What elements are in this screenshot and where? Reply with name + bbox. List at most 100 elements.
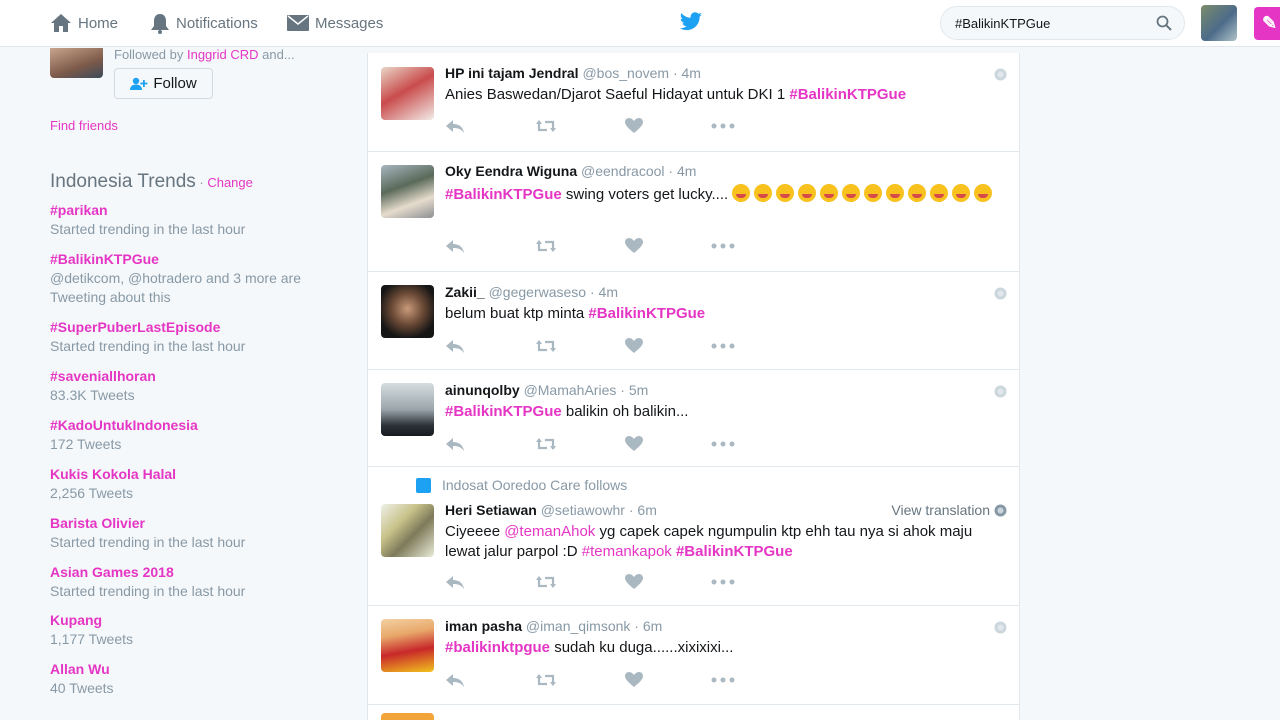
trend-name[interactable]: #KadoUntukIndonesia xyxy=(50,416,330,435)
retweet-icon[interactable] xyxy=(535,436,557,452)
trend-item[interactable]: #parikan Started trending in the last ho… xyxy=(50,201,330,239)
tweet-author-name[interactable]: HP ini tajam Jendral xyxy=(445,65,579,81)
tweet-hashtag[interactable]: #BalikinKTPGue xyxy=(588,305,705,322)
trend-name[interactable]: Kupang xyxy=(50,611,330,630)
trend-item[interactable]: Allan Wu 40 Tweets xyxy=(50,660,330,698)
reply-icon[interactable] xyxy=(445,436,465,452)
tweet-partial[interactable] xyxy=(368,705,1019,720)
tweet-hashtag[interactable]: #BalikinKTPGue xyxy=(676,543,793,560)
more-icon[interactable] xyxy=(711,574,735,590)
find-friends-link[interactable]: Find friends xyxy=(50,118,118,133)
trend-item[interactable]: #SuperPuberLastEpisode Started trending … xyxy=(50,318,330,356)
view-translation-link[interactable]: View translation xyxy=(891,502,1007,518)
tweet[interactable]: HP ini tajam Jendral @bos_novem · 4m Ani… xyxy=(368,53,1019,152)
trends-change-link[interactable]: Change xyxy=(207,175,253,190)
trend-item[interactable]: #KadoUntukIndonesia 172 Tweets xyxy=(50,416,330,454)
more-icon[interactable] xyxy=(711,672,735,688)
follow-button[interactable]: Follow xyxy=(114,68,213,99)
tweet-hashtag[interactable]: #BalikinKTPGue xyxy=(789,86,906,103)
tweet[interactable]: Indosat Ooredoo Care follows Heri Setiaw… xyxy=(368,467,1019,606)
globe-icon[interactable] xyxy=(994,287,1007,300)
more-icon[interactable] xyxy=(711,118,735,134)
tweet-hashtag[interactable]: #balikinktpgue xyxy=(445,639,550,656)
globe-icon[interactable] xyxy=(994,68,1007,81)
tweet-avatar[interactable] xyxy=(381,504,434,557)
tweet-timestamp[interactable]: 4m xyxy=(682,65,701,81)
heart-icon[interactable] xyxy=(625,574,643,590)
tweet-author-name[interactable]: Oky Eendra Wiguna xyxy=(445,163,577,179)
tweet[interactable]: iman pasha @iman_qimsonk · 6m #balikinkt… xyxy=(368,606,1019,705)
retweet-icon[interactable] xyxy=(535,238,557,254)
tweet-author-handle[interactable]: @iman_qimsonk xyxy=(526,618,630,634)
heart-icon[interactable] xyxy=(625,436,643,452)
heart-icon[interactable] xyxy=(625,338,643,354)
trend-item[interactable]: #BalikinKTPGue @detikcom, @hotradero and… xyxy=(50,250,330,307)
nav-home[interactable]: Home xyxy=(50,11,118,35)
tweet[interactable]: Oky Eendra Wiguna @eendracool · 4m #Bali… xyxy=(368,152,1019,272)
heart-icon[interactable] xyxy=(625,238,643,254)
more-icon[interactable] xyxy=(711,436,735,452)
trend-name[interactable]: #BalikinKTPGue xyxy=(50,250,330,269)
retweet-icon[interactable] xyxy=(535,118,557,134)
tweet-timestamp[interactable]: 6m xyxy=(643,618,662,634)
tweet-hashtag[interactable]: #BalikinKTPGue xyxy=(445,403,562,420)
retweet-icon[interactable] xyxy=(535,672,557,688)
more-icon[interactable] xyxy=(711,338,735,354)
heart-icon[interactable] xyxy=(625,672,643,688)
trend-name[interactable]: #SuperPuberLastEpisode xyxy=(50,318,330,337)
search-icon[interactable] xyxy=(1156,15,1172,31)
tweet-hashtag[interactable]: #temankapok xyxy=(582,543,672,560)
compose-tweet-button[interactable]: ✎ xyxy=(1254,7,1280,40)
reply-icon[interactable] xyxy=(445,672,465,688)
tweet-author-handle[interactable]: @eendracool xyxy=(581,163,665,179)
tweet-mention[interactable]: @temanAhok xyxy=(504,523,595,540)
tweet-author-handle[interactable]: @setiawowhr xyxy=(541,502,625,518)
tweet-avatar[interactable] xyxy=(381,285,434,338)
tweet-author-name[interactable]: Heri Setiawan xyxy=(445,502,537,518)
trend-name[interactable]: #parikan xyxy=(50,201,330,220)
globe-icon[interactable] xyxy=(994,621,1007,634)
globe-icon[interactable] xyxy=(994,385,1007,398)
tweet-avatar[interactable] xyxy=(381,383,434,436)
retweet-icon[interactable] xyxy=(535,574,557,590)
trend-item[interactable]: Barista Olivier Started trending in the … xyxy=(50,514,330,552)
tweet-timestamp[interactable]: 4m xyxy=(677,163,696,179)
tweet-hashtag[interactable]: #BalikinKTPGue xyxy=(445,186,562,203)
more-icon[interactable] xyxy=(711,238,735,254)
trend-name[interactable]: Asian Games 2018 xyxy=(50,563,330,582)
suggested-user-avatar[interactable] xyxy=(50,48,103,78)
tweet-avatar[interactable] xyxy=(381,713,434,720)
followed-by-name[interactable]: Inggrid CRD xyxy=(187,47,259,62)
trend-name[interactable]: Kukis Kokola Halal xyxy=(50,465,330,484)
tweet-author-handle[interactable]: @MamahAries xyxy=(524,382,617,398)
trend-name[interactable]: Allan Wu xyxy=(50,660,330,679)
reply-icon[interactable] xyxy=(445,574,465,590)
user-avatar[interactable] xyxy=(1201,5,1237,41)
trend-name[interactable]: #saveniallhoran xyxy=(50,367,330,386)
tweet-avatar[interactable] xyxy=(381,619,434,672)
twitter-logo-icon[interactable] xyxy=(679,12,703,35)
nav-messages[interactable]: Messages xyxy=(287,11,383,35)
tweet-author-handle[interactable]: @gegerwaseso xyxy=(489,284,587,300)
tweet-avatar[interactable] xyxy=(381,165,434,218)
search-box[interactable] xyxy=(940,6,1185,40)
tweet[interactable]: Zakii_ @gegerwaseso · 4m belum buat ktp … xyxy=(368,272,1019,370)
reply-icon[interactable] xyxy=(445,238,465,254)
heart-icon[interactable] xyxy=(625,118,643,134)
nav-notifications[interactable]: Notifications xyxy=(150,11,258,35)
trend-item[interactable]: Asian Games 2018 Started trending in the… xyxy=(50,563,330,601)
tweet[interactable]: ainunqolby @MamahAries · 5m #BalikinKTPG… xyxy=(368,370,1019,467)
tweet-avatar[interactable] xyxy=(381,67,434,120)
trend-item[interactable]: #saveniallhoran 83.3K Tweets xyxy=(50,367,330,405)
reply-icon[interactable] xyxy=(445,118,465,134)
retweet-icon[interactable] xyxy=(535,338,557,354)
trend-name[interactable]: Barista Olivier xyxy=(50,514,330,533)
tweet-timestamp[interactable]: 5m xyxy=(629,382,648,398)
tweet-author-name[interactable]: Zakii_ xyxy=(445,284,485,300)
search-input[interactable] xyxy=(955,15,1145,31)
trend-item[interactable]: Kupang 1,177 Tweets xyxy=(50,611,330,649)
tweet-author-name[interactable]: ainunqolby xyxy=(445,382,520,398)
trend-item[interactable]: Kukis Kokola Halal 2,256 Tweets xyxy=(50,465,330,503)
tweet-author-handle[interactable]: @bos_novem xyxy=(582,65,669,81)
reply-icon[interactable] xyxy=(445,338,465,354)
